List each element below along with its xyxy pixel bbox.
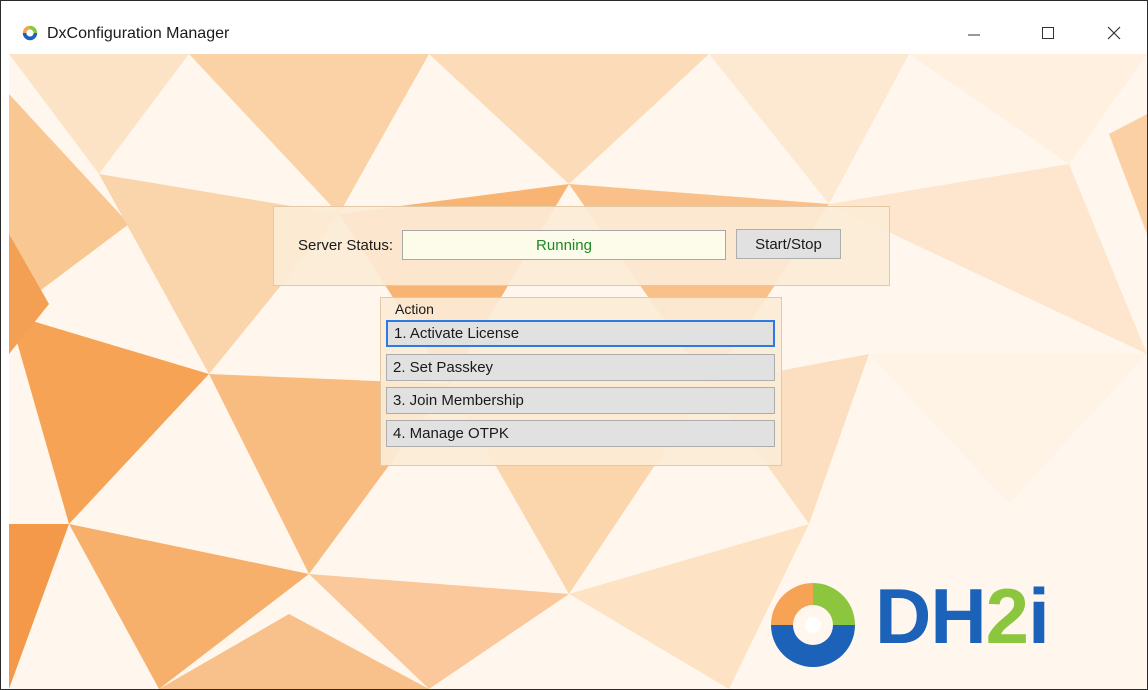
join-membership-button[interactable]: 3. Join Membership xyxy=(386,387,775,414)
set-passkey-button[interactable]: 2. Set Passkey xyxy=(386,354,775,381)
close-icon xyxy=(1107,26,1121,40)
action-group-legend: Action xyxy=(395,301,434,317)
title-bar: DxConfiguration Manager xyxy=(1,1,1147,53)
client-area: Server Status: Running Start/Stop Action… xyxy=(9,54,1147,689)
activate-license-button[interactable]: 1. Activate License xyxy=(386,320,775,347)
logo-text-2: 2 xyxy=(985,572,1029,660)
action-group: Action 1. Activate License 2. Set Passke… xyxy=(380,297,782,466)
maximize-icon xyxy=(1042,27,1054,39)
logo-text-dh: DH xyxy=(875,572,987,660)
app-logo-icon xyxy=(22,25,38,41)
app-window: DxConfiguration Manager Server Status: R… xyxy=(0,0,1148,690)
minimize-button[interactable] xyxy=(951,13,997,53)
window-title: DxConfiguration Manager xyxy=(47,25,230,42)
dh2i-logo-text: DH2i xyxy=(875,577,1050,655)
minimize-icon xyxy=(968,34,980,36)
manage-otpk-button[interactable]: 4. Manage OTPK xyxy=(386,420,775,447)
logo-text-i: i xyxy=(1028,572,1050,660)
dh2i-logo: DH2i xyxy=(763,569,1133,689)
server-status-field: Running xyxy=(402,230,726,260)
server-status-label: Server Status: xyxy=(298,237,394,254)
maximize-button[interactable] xyxy=(1025,13,1071,53)
start-stop-button[interactable]: Start/Stop xyxy=(736,229,841,259)
close-button[interactable] xyxy=(1091,13,1137,53)
dh2i-logo-icon xyxy=(771,583,855,667)
server-status-panel: Server Status: Running Start/Stop xyxy=(273,206,890,286)
